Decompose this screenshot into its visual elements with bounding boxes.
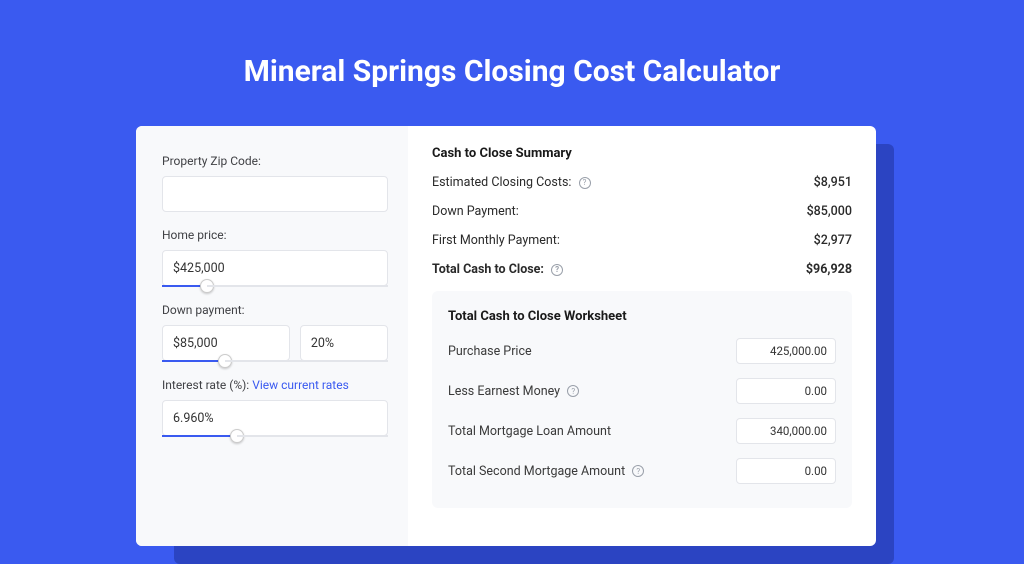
summary-label: First Monthly Payment: <box>432 233 560 248</box>
down-payment-slider[interactable] <box>162 360 388 362</box>
results-panel: Cash to Close Summary Estimated Closing … <box>408 126 876 546</box>
interest-rate-label-text: Interest rate (%): <box>162 378 252 392</box>
worksheet-row: Total Second Mortgage Amount ? <box>448 458 836 484</box>
slider-thumb-icon[interactable] <box>230 429 244 443</box>
home-price-input[interactable] <box>162 250 388 286</box>
interest-rate-input[interactable] <box>162 400 388 436</box>
summary-total-row: Total Cash to Close: ? $96,928 <box>432 262 852 277</box>
second-mortgage-input[interactable] <box>736 458 836 484</box>
worksheet-label: Total Mortgage Loan Amount <box>448 424 611 439</box>
down-payment-pct-input[interactable] <box>300 325 388 361</box>
help-icon[interactable]: ? <box>551 264 563 276</box>
summary-row: First Monthly Payment: $2,977 <box>432 233 852 248</box>
view-current-rates-link[interactable]: View current rates <box>252 378 349 392</box>
help-icon[interactable]: ? <box>632 465 644 477</box>
zip-field-group: Property Zip Code: <box>162 154 388 212</box>
earnest-money-input[interactable] <box>736 378 836 404</box>
zip-input[interactable] <box>162 176 388 212</box>
down-payment-group: Down payment: <box>162 303 388 362</box>
worksheet-row: Total Mortgage Loan Amount <box>448 418 836 444</box>
slider-thumb-icon[interactable] <box>200 279 214 293</box>
slider-thumb-icon[interactable] <box>218 354 232 368</box>
help-icon[interactable]: ? <box>567 385 579 397</box>
summary-value: $85,000 <box>807 204 852 219</box>
help-icon[interactable]: ? <box>579 177 591 189</box>
summary-row: Down Payment: $85,000 <box>432 204 852 219</box>
summary-row: Estimated Closing Costs: ? $8,951 <box>432 175 852 190</box>
home-price-group: Home price: <box>162 228 388 287</box>
zip-label: Property Zip Code: <box>162 154 388 168</box>
down-payment-label: Down payment: <box>162 303 388 317</box>
worksheet-panel: Total Cash to Close Worksheet Purchase P… <box>432 291 852 508</box>
worksheet-heading: Total Cash to Close Worksheet <box>448 309 836 324</box>
mortgage-loan-input[interactable] <box>736 418 836 444</box>
worksheet-label: Total Second Mortgage Amount <box>448 464 625 479</box>
summary-value: $8,951 <box>814 175 852 190</box>
summary-label: Estimated Closing Costs: <box>432 175 571 190</box>
summary-label: Down Payment: <box>432 204 519 219</box>
summary-total-value: $96,928 <box>806 262 852 277</box>
interest-rate-label: Interest rate (%): View current rates <box>162 378 388 392</box>
summary-heading: Cash to Close Summary <box>432 146 852 161</box>
page-title: Mineral Springs Closing Cost Calculator <box>0 0 1024 117</box>
worksheet-label: Purchase Price <box>448 344 532 359</box>
interest-rate-group: Interest rate (%): View current rates <box>162 378 388 437</box>
worksheet-row: Less Earnest Money ? <box>448 378 836 404</box>
summary-value: $2,977 <box>814 233 852 248</box>
calculator-card: Property Zip Code: Home price: Down paym… <box>136 126 876 546</box>
inputs-panel: Property Zip Code: Home price: Down paym… <box>136 126 408 546</box>
purchase-price-input[interactable] <box>736 338 836 364</box>
interest-rate-slider[interactable] <box>162 435 388 437</box>
summary-total-label: Total Cash to Close: <box>432 262 544 277</box>
home-price-label: Home price: <box>162 228 388 242</box>
worksheet-label: Less Earnest Money <box>448 384 560 399</box>
worksheet-row: Purchase Price <box>448 338 836 364</box>
home-price-slider[interactable] <box>162 285 388 287</box>
